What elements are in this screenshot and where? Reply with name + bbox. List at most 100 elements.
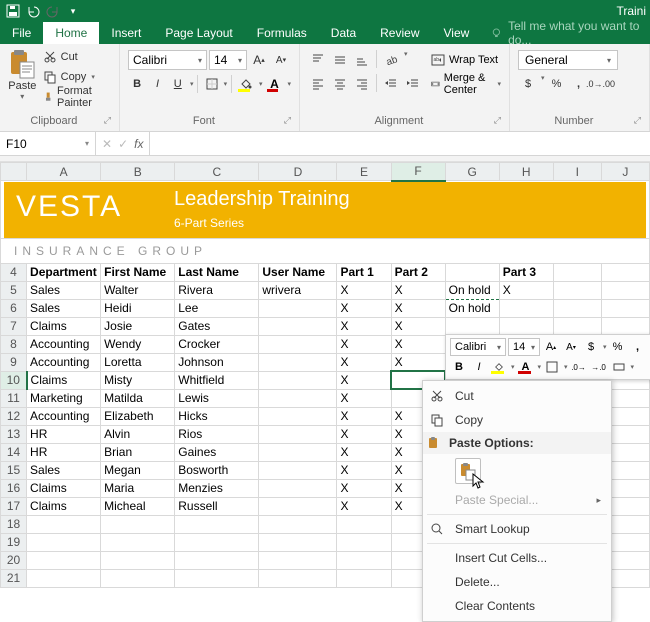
cell[interactable]: [337, 515, 391, 533]
fx-icon[interactable]: fx: [134, 137, 143, 151]
cell[interactable]: Sales: [27, 281, 101, 299]
orientation-button[interactable]: ab: [381, 50, 401, 70]
mini-italic-button[interactable]: I: [470, 358, 488, 376]
cell[interactable]: [259, 443, 337, 461]
table-row[interactable]: 6 Sales Heidi Lee X X On hold: [1, 299, 650, 317]
cell[interactable]: [337, 551, 391, 569]
save-icon[interactable]: [4, 2, 22, 20]
cell[interactable]: [259, 371, 337, 389]
tab-file[interactable]: File: [0, 22, 43, 44]
cell[interactable]: Claims: [27, 479, 101, 497]
bold-button[interactable]: B: [128, 74, 146, 94]
cell[interactable]: [259, 299, 337, 317]
mini-accounting-button[interactable]: $: [582, 338, 600, 356]
tab-formulas[interactable]: Formulas: [245, 22, 319, 44]
select-all-triangle[interactable]: [1, 163, 27, 181]
row-header[interactable]: 10: [1, 371, 27, 389]
row-header[interactable]: 5: [1, 281, 27, 299]
mini-comma-button[interactable]: ,: [629, 338, 647, 356]
cell[interactable]: X: [499, 281, 553, 299]
row-header[interactable]: 17: [1, 497, 27, 515]
cell[interactable]: [337, 569, 391, 587]
col-header[interactable]: D: [259, 163, 337, 181]
mini-decrease-decimal-button[interactable]: →.0: [590, 358, 608, 376]
number-format-combo[interactable]: General▾: [518, 50, 618, 70]
row-header[interactable]: 4: [1, 263, 27, 281]
cell[interactable]: [553, 299, 601, 317]
grid[interactable]: A B C D E F G H I J VESTA Leadership Tra…: [0, 162, 650, 588]
cell[interactable]: Whitfield: [175, 371, 259, 389]
row-header[interactable]: 11: [1, 389, 27, 407]
cell[interactable]: X: [337, 497, 391, 515]
align-right-button[interactable]: [352, 74, 372, 94]
table-row[interactable]: 5 Sales Walter Rivera wrivera X X On hol…: [1, 281, 650, 299]
cell[interactable]: [259, 461, 337, 479]
cell[interactable]: X: [391, 317, 445, 335]
cell[interactable]: X: [337, 281, 391, 299]
cell[interactable]: Lewis: [175, 389, 259, 407]
font-size-combo[interactable]: 14▾: [209, 50, 247, 70]
increase-decimal-button[interactable]: .0→.00: [591, 74, 611, 94]
cell[interactable]: [259, 479, 337, 497]
cell[interactable]: [499, 317, 553, 335]
align-center-button[interactable]: [330, 74, 350, 94]
cell[interactable]: Loretta: [101, 353, 175, 371]
cell[interactable]: Sales: [27, 461, 101, 479]
col-header[interactable]: G: [445, 163, 499, 181]
ctx-insert-cut-cells[interactable]: Insert Cut Cells...: [423, 546, 611, 570]
col-header[interactable]: E: [337, 163, 391, 181]
cell[interactable]: Part 3: [499, 263, 553, 281]
cell[interactable]: Rios: [175, 425, 259, 443]
cell[interactable]: [27, 515, 101, 533]
cell[interactable]: On hold: [445, 281, 499, 299]
cell[interactable]: X: [391, 353, 445, 371]
cell[interactable]: [175, 569, 259, 587]
cell[interactable]: X: [337, 425, 391, 443]
cell[interactable]: [175, 551, 259, 569]
cell[interactable]: [101, 515, 175, 533]
row-header[interactable]: 16: [1, 479, 27, 497]
cell[interactable]: [259, 497, 337, 515]
tab-view[interactable]: View: [432, 22, 482, 44]
paste-dropdown-icon[interactable]: ▾: [8, 92, 37, 101]
paste-option-all[interactable]: [455, 458, 481, 484]
row-header[interactable]: 19: [1, 533, 27, 551]
cell[interactable]: [259, 551, 337, 569]
cell[interactable]: Alvin: [101, 425, 175, 443]
cell[interactable]: X: [391, 299, 445, 317]
cell[interactable]: HR: [27, 425, 101, 443]
italic-button[interactable]: I: [148, 74, 166, 94]
column-headers[interactable]: A B C D E F G H I J: [1, 163, 650, 181]
cell[interactable]: X: [337, 299, 391, 317]
cell[interactable]: Gaines: [175, 443, 259, 461]
qat-customize-icon[interactable]: ▾: [64, 2, 82, 20]
cell[interactable]: On hold: [445, 299, 499, 317]
cell[interactable]: Micheal: [101, 497, 175, 515]
cell[interactable]: [445, 263, 499, 281]
cell[interactable]: Claims: [27, 317, 101, 335]
undo-icon[interactable]: [24, 2, 42, 20]
table-row[interactable]: 7 Claims Josie Gates X X: [1, 317, 650, 335]
mini-font-color-button[interactable]: A: [517, 358, 535, 376]
cell[interactable]: Part 1: [337, 263, 391, 281]
cut-button[interactable]: Cut: [43, 48, 111, 66]
row-header[interactable]: 8: [1, 335, 27, 353]
cell[interactable]: [101, 569, 175, 587]
mini-fill-color-button[interactable]: [490, 358, 508, 376]
cell[interactable]: Accounting: [27, 407, 101, 425]
fill-color-button[interactable]: [236, 74, 256, 94]
orientation-dropdown-icon[interactable]: ▾: [404, 50, 408, 70]
cell[interactable]: X: [337, 443, 391, 461]
cell[interactable]: Maria: [101, 479, 175, 497]
decrease-font-button[interactable]: A▾: [271, 50, 291, 70]
ctx-delete[interactable]: Delete...: [423, 570, 611, 594]
cell[interactable]: [27, 569, 101, 587]
row-header[interactable]: 15: [1, 461, 27, 479]
font-launcher-icon[interactable]: ⤢: [284, 115, 291, 126]
cell[interactable]: [27, 551, 101, 569]
fill-color-dropdown-icon[interactable]: ▾: [259, 80, 263, 88]
accounting-format-button[interactable]: $: [518, 74, 538, 94]
cell[interactable]: wrivera: [259, 281, 337, 299]
name-box[interactable]: F10▾: [0, 132, 96, 155]
row-header[interactable]: 7: [1, 317, 27, 335]
